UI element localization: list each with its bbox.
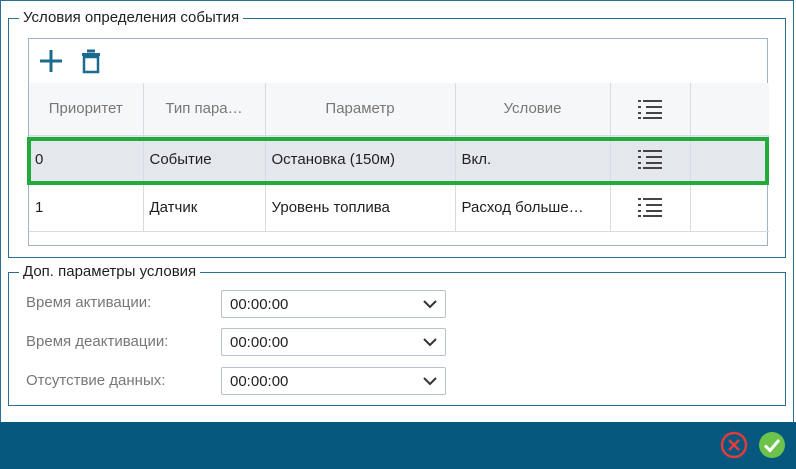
- no-data-select[interactable]: 00:00:00: [221, 367, 446, 395]
- header-type[interactable]: Тип пара…: [143, 83, 266, 136]
- cell-type: Датчик: [143, 183, 266, 232]
- trash-icon: [82, 49, 100, 74]
- cell-setup[interactable]: [610, 183, 691, 232]
- table-row[interactable]: 0 Событие Остановка (150м) Вкл.: [29, 135, 769, 184]
- no-data-label: Отсутствие данных:: [26, 372, 166, 389]
- delete-button[interactable]: [78, 48, 104, 74]
- cell-setup[interactable]: [610, 135, 691, 184]
- cell-condition: Вкл.: [455, 135, 611, 184]
- conditions-group-title: Условия определения события: [23, 9, 240, 26]
- list-settings-icon: [638, 99, 662, 119]
- activation-time-value: 00:00:00: [230, 296, 289, 313]
- header-empty: [690, 83, 769, 136]
- ok-button[interactable]: [757, 430, 787, 460]
- header-condition[interactable]: Условие: [455, 83, 611, 136]
- extra-params-group-title: Доп. параметры условия: [23, 263, 197, 280]
- conditions-table: Приоритет Тип пара… Параметр Условие 0 С…: [29, 83, 769, 232]
- activation-time-select[interactable]: 00:00:00: [221, 290, 446, 318]
- conditions-grid: Приоритет Тип пара… Параметр Условие 0 С…: [28, 38, 769, 246]
- grid-toolbar: [29, 39, 767, 83]
- header-setup: [610, 83, 691, 136]
- deactivation-time-label: Время деактивации:: [26, 333, 169, 350]
- list-settings-icon: [638, 198, 662, 217]
- cell-empty: [690, 183, 769, 232]
- cell-priority: 0: [29, 135, 144, 184]
- cancel-button[interactable]: [719, 430, 749, 460]
- deactivation-time-select[interactable]: 00:00:00: [221, 328, 446, 356]
- table-header-row: Приоритет Тип пара… Параметр Условие: [29, 83, 769, 136]
- cancel-circle-icon: [720, 431, 748, 459]
- cell-type: Событие: [143, 135, 266, 184]
- chevron-down-icon: [423, 377, 437, 386]
- chevron-down-icon: [423, 300, 437, 309]
- header-parameter[interactable]: Параметр: [265, 83, 456, 136]
- activation-time-label: Время активации:: [26, 294, 152, 311]
- plus-icon: [40, 50, 62, 72]
- cell-priority: 1: [29, 183, 144, 232]
- table-row[interactable]: 1 Датчик Уровень топлива Расход больше…: [29, 183, 769, 232]
- list-settings-icon: [638, 150, 662, 169]
- cell-parameter: Уровень топлива: [265, 183, 456, 232]
- deactivation-time-value: 00:00:00: [230, 334, 289, 351]
- chevron-down-icon: [423, 338, 437, 347]
- no-data-value: 00:00:00: [230, 373, 289, 390]
- header-priority[interactable]: Приоритет: [29, 83, 144, 136]
- cell-condition: Расход больше…: [455, 183, 611, 232]
- check-circle-icon: [759, 432, 785, 458]
- cell-empty: [690, 135, 769, 184]
- dialog-footer: [0, 422, 796, 469]
- add-button[interactable]: [38, 48, 64, 74]
- cell-parameter: Остановка (150м): [265, 135, 456, 184]
